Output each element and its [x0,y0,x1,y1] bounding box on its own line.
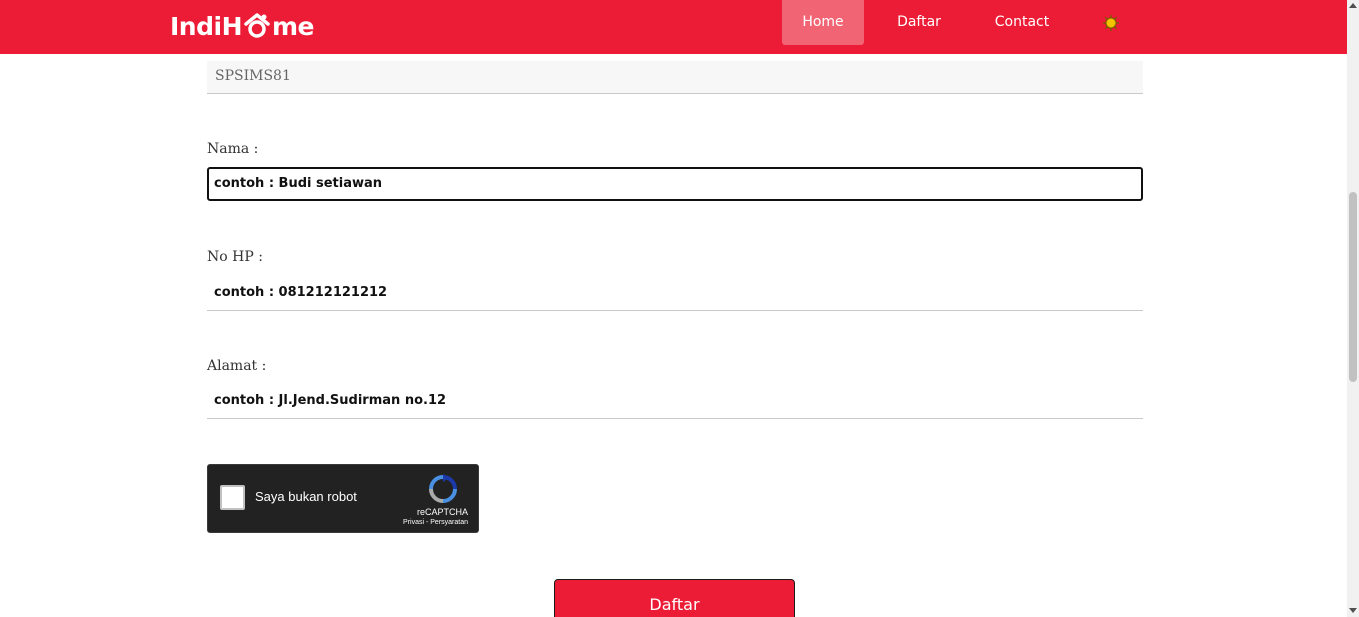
indihome-logo[interactable]: IndiH me [170,10,315,44]
recaptcha-label: Saya bukan robot [255,489,357,504]
no-hp-label: No HP : [207,249,263,265]
registration-code-field: SPSIMS81 [207,61,1143,94]
daftar-submit-button[interactable]: Daftar [554,579,795,617]
alamat-input[interactable]: contoh : Jl.Jend.Sudirman no.12 [207,385,1143,419]
logo-house-icon [243,12,271,38]
nama-label: Nama : [207,141,259,157]
scrollbar-thumb[interactable] [1349,192,1357,382]
sun-icon[interactable] [1102,14,1120,32]
logo-text-left: IndiH [170,12,243,41]
scroll-down-arrow-icon[interactable] [1349,608,1357,613]
scroll-up-arrow-icon[interactable] [1349,3,1357,8]
nav-contact[interactable]: Contact [980,0,1064,45]
alamat-label: Alamat : [207,358,267,374]
top-navbar: IndiH me Home Daftar Contact [0,0,1347,54]
page-scrollbar[interactable] [1347,0,1359,617]
recaptcha-logo-icon [428,474,458,504]
recaptcha-brand: reCAPTCHA [416,507,468,517]
nav-daftar[interactable]: Daftar [880,0,958,45]
recaptcha-widget: Saya bukan robot reCAPTCHA Privasi - Per… [207,464,479,533]
recaptcha-links[interactable]: Privasi - Persyaratan [208,519,468,526]
logo-text-right: me [272,12,315,41]
nav-home[interactable]: Home [782,0,864,45]
no-hp-input[interactable]: contoh : 081212121212 [207,277,1143,311]
nama-input[interactable]: contoh : Budi setiawan [207,167,1143,201]
